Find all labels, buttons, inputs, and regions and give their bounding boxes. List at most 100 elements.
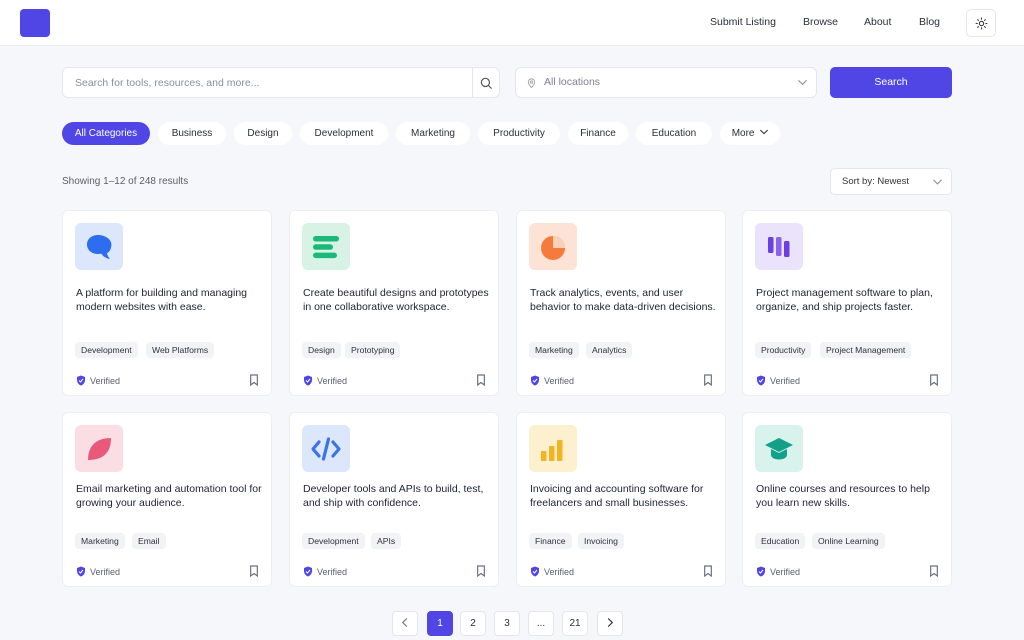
verified-badge: Verified	[76, 375, 120, 386]
listing-tag[interactable]: Web Platforms	[146, 342, 215, 358]
category-chip-business[interactable]: Business	[158, 122, 226, 145]
bookmark-icon[interactable]	[929, 374, 939, 386]
verified-badge: Verified	[303, 566, 347, 577]
search-input[interactable]	[75, 68, 475, 97]
theme-toggle-button[interactable]	[966, 9, 996, 37]
search-button[interactable]: Search	[830, 67, 952, 98]
pagination-next-button[interactable]	[597, 611, 623, 636]
more-label: More	[731, 128, 755, 139]
sort-select-value: Sort by: Newest	[842, 176, 910, 187]
search-divider	[472, 68, 473, 97]
shield-check-icon	[77, 375, 85, 386]
listing-tag[interactable]: Education	[755, 533, 806, 549]
category-chip-design[interactable]: Design	[234, 122, 292, 145]
listing-tag[interactable]: Analytics	[586, 342, 633, 358]
kanban-bars-icon	[755, 223, 803, 270]
top-navbar: Submit Listing Browse About Blog	[0, 0, 1024, 46]
category-chip-all[interactable]: All Categories	[62, 122, 150, 145]
shield-check-icon	[304, 375, 312, 386]
listing-tag[interactable]: Online Learning	[812, 533, 885, 549]
verified-badge: Verified	[530, 566, 574, 577]
shield-check-icon	[757, 566, 765, 577]
verified-label: Verified	[317, 375, 348, 386]
verified-label: Verified	[317, 566, 348, 577]
shield-check-icon	[531, 375, 539, 386]
pagination-prev-button[interactable]	[392, 611, 418, 636]
category-chip-more[interactable]: More	[720, 122, 780, 145]
listing-description: Developer tools and APIs to build, test,…	[303, 483, 484, 510]
listing-tag[interactable]: Prototyping	[345, 342, 401, 358]
search-bar	[62, 67, 500, 98]
map-pin-icon	[527, 78, 536, 89]
nav-link-about[interactable]: About	[864, 0, 891, 46]
listing-tag[interactable]: APIs	[371, 533, 402, 549]
listing-card[interactable]: Developer tools and APIs to build, test,…	[289, 412, 499, 587]
sort-select[interactable]: Sort by: Newest	[830, 168, 952, 195]
nav-link-blog[interactable]: Blog	[919, 0, 940, 46]
listing-description: Create beautiful designs and prototypes …	[303, 287, 489, 314]
verified-badge: Verified	[76, 566, 120, 577]
category-chip-marketing[interactable]: Marketing	[396, 122, 470, 145]
bookmark-icon[interactable]	[249, 565, 259, 577]
listing-tag[interactable]: Email	[132, 533, 166, 549]
bookmark-icon[interactable]	[703, 374, 713, 386]
verified-label: Verified	[90, 375, 121, 386]
listing-description: A platform for building and managing mod…	[76, 287, 248, 314]
listing-tag[interactable]: Finance	[529, 533, 572, 549]
chevron-right-icon	[607, 618, 614, 627]
listing-tag[interactable]: Marketing	[75, 533, 125, 549]
category-chip-education[interactable]: Education	[636, 122, 712, 145]
category-chip-productivity[interactable]: Productivity	[478, 122, 560, 145]
verified-badge: Verified	[756, 566, 800, 577]
listing-tag[interactable]: Productivity	[755, 342, 812, 358]
listing-card[interactable]: A platform for building and managing mod…	[62, 210, 272, 396]
listing-tag[interactable]: Design	[302, 342, 341, 358]
location-select[interactable]: All locations	[515, 67, 817, 98]
pagination-page-21[interactable]: 21	[562, 611, 588, 636]
search-icon[interactable]	[479, 76, 493, 90]
bookmark-icon[interactable]	[476, 374, 486, 386]
bookmark-icon[interactable]	[476, 565, 486, 577]
listing-tag[interactable]: Invoicing	[578, 533, 624, 549]
listing-card[interactable]: Invoicing and accounting software for fr…	[516, 412, 726, 587]
listing-card[interactable]: Email marketing and automation tool for …	[62, 412, 272, 587]
brand-logo[interactable]	[20, 9, 50, 37]
shield-check-icon	[77, 566, 85, 577]
nav-link-browse[interactable]: Browse	[803, 0, 838, 46]
listing-tag[interactable]: Marketing	[529, 342, 579, 358]
pie-chart-icon	[529, 223, 577, 270]
listing-card[interactable]: Track analytics, events, and user behavi…	[516, 210, 726, 396]
listing-description: Online courses and resources to help you…	[756, 483, 930, 510]
chevron-down-icon	[798, 80, 807, 86]
bar-chart-icon	[529, 425, 577, 472]
bookmark-icon[interactable]	[703, 565, 713, 577]
listing-description: Track analytics, events, and user behavi…	[530, 287, 716, 314]
category-chip-development[interactable]: Development	[300, 122, 388, 145]
text-lines-icon	[302, 223, 350, 270]
listing-description: Email marketing and automation tool for …	[76, 483, 262, 510]
pagination-page-1[interactable]: 1	[427, 611, 453, 636]
verified-badge: Verified	[303, 375, 347, 386]
bookmark-icon[interactable]	[929, 565, 939, 577]
pagination-ellipsis: ...	[528, 611, 554, 636]
pagination-page-3[interactable]: 3	[494, 611, 520, 636]
bookmark-icon[interactable]	[249, 374, 259, 386]
listing-card[interactable]: Project management software to plan, org…	[742, 210, 952, 396]
listing-card[interactable]: Online courses and resources to help you…	[742, 412, 952, 587]
listing-card[interactable]: Create beautiful designs and prototypes …	[289, 210, 499, 396]
verified-label: Verified	[770, 566, 801, 577]
chevron-left-icon	[401, 618, 408, 627]
shield-check-icon	[531, 566, 539, 577]
nav-link-submit-listing[interactable]: Submit Listing	[710, 0, 776, 46]
listing-description: Invoicing and accounting software for fr…	[530, 483, 704, 510]
listing-tag[interactable]: Development	[75, 342, 138, 358]
sun-icon	[975, 17, 987, 29]
category-chip-finance[interactable]: Finance	[568, 122, 628, 145]
listing-description: Project management software to plan, org…	[756, 287, 933, 314]
listing-tag[interactable]: Project Management	[820, 342, 912, 358]
shield-check-icon	[304, 566, 312, 577]
pagination-page-2[interactable]: 2	[460, 611, 486, 636]
verified-label: Verified	[90, 566, 121, 577]
listing-tag[interactable]: Development	[302, 533, 365, 549]
graduation-cap-icon	[755, 425, 803, 472]
